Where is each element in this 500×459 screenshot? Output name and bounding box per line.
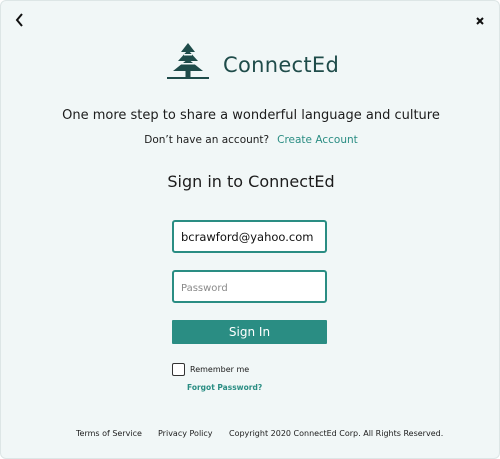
brand-logo: ConnectEd [167,43,339,79]
page-title: Sign in to ConnectEd [167,172,335,191]
chevron-left-icon [15,13,23,27]
terms-of-service-link[interactable]: Terms of Service [76,429,142,438]
back-button[interactable] [13,11,27,29]
privacy-policy-link[interactable]: Privacy Policy [158,429,213,438]
password-field[interactable] [172,270,327,303]
close-button[interactable] [473,13,487,27]
remember-me-toggle[interactable]: Remember me [172,363,249,376]
email-field[interactable] [172,220,327,253]
no-account-text: Don’t have an account? [144,134,270,146]
forgot-password-link[interactable]: Forgot Password? [187,383,262,392]
copyright-text: Copyright 2020 ConnectEd Corp. All Right… [229,429,444,438]
account-prompt: Don’t have an account? Create Account [1,134,500,146]
tagline: One more step to share a wonderful langu… [62,108,440,123]
remember-me-checkbox[interactable] [172,363,185,376]
close-icon [476,17,484,25]
remember-me-label: Remember me [190,365,250,374]
sign-in-button[interactable]: Sign In [172,320,327,344]
brand-name: ConnectEd [223,53,340,77]
pine-tree-icon [167,43,209,79]
create-account-link[interactable]: Create Account [277,134,358,146]
sign-in-dialog: ConnectEd One more step to share a wonde… [0,0,500,459]
